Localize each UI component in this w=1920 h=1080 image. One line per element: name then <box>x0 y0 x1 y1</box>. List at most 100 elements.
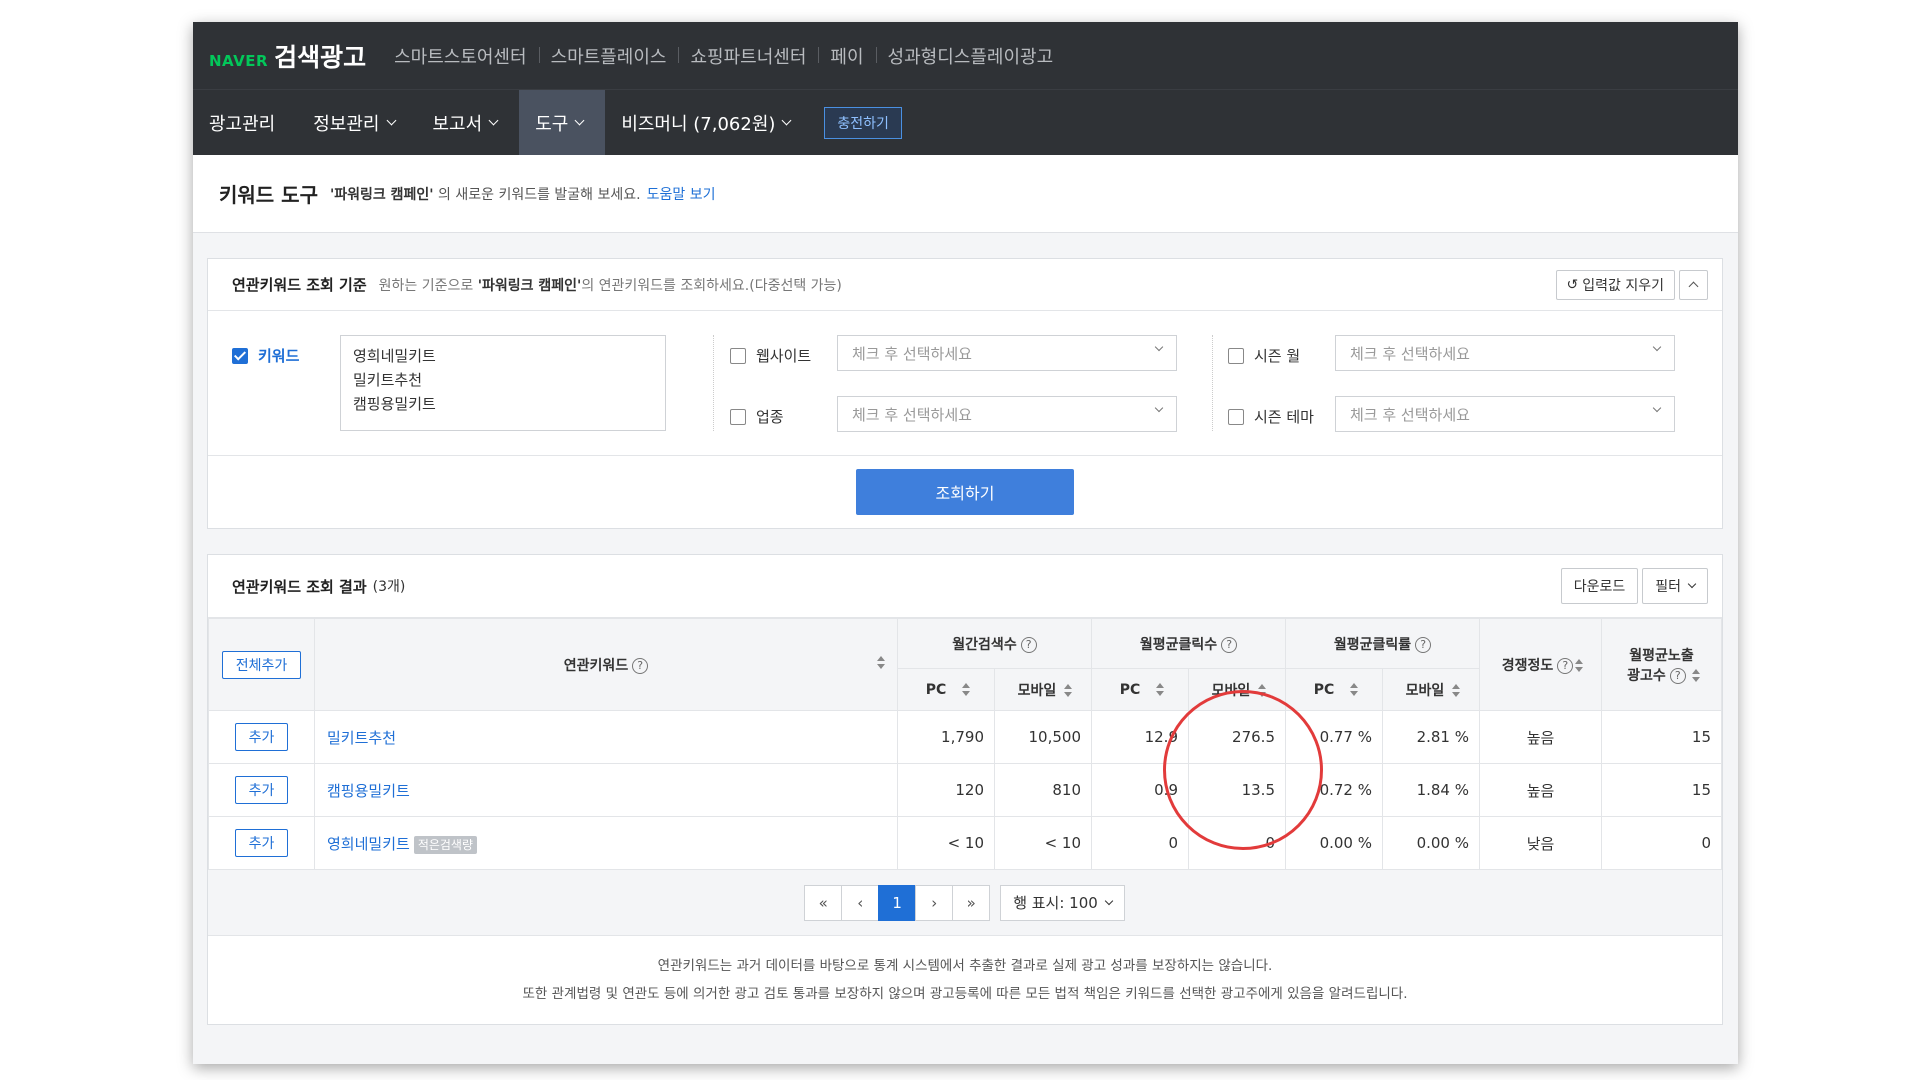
nav-label: 정보관리 <box>313 113 380 135</box>
charge-button[interactable]: 충전하기 <box>824 106 902 139</box>
table-row: 추가 캠핑용밀키트 120 810 0.9 13.5 0.72 % 1.84 %… <box>208 763 1722 817</box>
season-theme-select-placeholder: 체크 후 선택하세요 <box>1350 405 1470 424</box>
filter-button[interactable]: 필터 <box>1642 568 1708 604</box>
help-icon[interactable]: ? <box>632 657 649 674</box>
help-link[interactable]: 도움말 보기 <box>647 184 716 204</box>
keyword-textarea[interactable]: 영희네밀키트 밀키트추천 캠핑용밀키트 <box>340 335 666 431</box>
header-keyword[interactable]: 연관키워드? <box>314 618 898 711</box>
website-option[interactable]: 웹사이트 <box>730 345 811 366</box>
season-month-checkbox[interactable] <box>1228 347 1244 364</box>
add-button[interactable]: 추가 <box>234 829 289 857</box>
criteria-desc-post: 의 연관키워드를 조회하세요.(다중선택 가능) <box>581 277 842 294</box>
header-competition-label: 경쟁정도 <box>1501 657 1554 674</box>
rows-per-page-select[interactable]: 행 표시: 100 <box>1000 884 1125 921</box>
header-mobile-label: 모바일 <box>1211 682 1251 699</box>
ads-cell: 0 <box>1601 816 1722 870</box>
header-competition[interactable]: 경쟁정도? <box>1479 618 1602 711</box>
last-page-button[interactable]: » <box>952 884 991 921</box>
website-select-placeholder: 체크 후 선택하세요 <box>852 344 972 363</box>
header-monthly-search-label: 월간검색수 <box>952 636 1017 653</box>
header-ads-line1: 월평균노출 <box>1629 647 1694 664</box>
keyword-link[interactable]: 밀키트추천 <box>315 729 396 747</box>
header-pc-search[interactable]: PC <box>897 668 995 711</box>
download-button[interactable]: 다운로드 <box>1560 568 1639 604</box>
nav-item-bizmoney[interactable]: 비즈머니 (7,062원) <box>605 90 812 155</box>
website-checkbox[interactable] <box>730 347 746 364</box>
add-button[interactable]: 추가 <box>234 723 289 751</box>
brand-logo[interactable]: NAVER 검색광고 <box>209 38 366 74</box>
site-link-pay[interactable]: 페이 <box>818 43 875 69</box>
season-theme-select[interactable]: 체크 후 선택하세요 <box>1335 396 1675 432</box>
nav-item-info-management[interactable]: 정보관리 <box>297 90 416 155</box>
header-ads[interactable]: 월평균노출광고수? <box>1601 618 1722 711</box>
criteria-desc-pre: 원하는 기준으로 <box>378 277 478 294</box>
first-page-button[interactable]: « <box>804 884 843 921</box>
search-row: 조회하기 <box>208 456 1722 528</box>
keyword-option[interactable]: 키워드 <box>232 345 299 366</box>
help-icon[interactable]: ? <box>1415 636 1432 653</box>
keyword-link[interactable]: 영희네밀키트 <box>315 835 410 853</box>
mobile-ctr-cell: 2.81 % <box>1382 710 1480 764</box>
add-cell: 추가 <box>208 710 315 764</box>
ads-cell: 15 <box>1601 763 1722 817</box>
nav-item-ad-management[interactable]: 광고관리 <box>193 90 297 155</box>
chevron-down-icon <box>1154 403 1164 413</box>
nav-item-tools[interactable]: 도구 <box>519 90 606 155</box>
page-1-button[interactable]: 1 <box>878 884 917 921</box>
pc-clicks-cell: 12.9 <box>1091 710 1189 764</box>
site-link-smartplace[interactable]: 스마트플레이스 <box>538 43 679 69</box>
help-icon[interactable]: ? <box>1221 636 1238 653</box>
results-table: 전체추가 연관키워드? 월간검색수? 월평균클릭수? 월평균클릭률? 경쟁정도?… <box>208 618 1722 870</box>
disclaimer-line: 연관키워드는 과거 데이터를 바탕으로 통계 시스템에서 추출한 결과로 실제 … <box>657 958 1273 974</box>
nav-item-reports[interactable]: 보고서 <box>417 90 520 155</box>
help-icon[interactable]: ? <box>1669 667 1686 684</box>
header-mobile-search[interactable]: 모바일 <box>994 668 1092 711</box>
site-link-display-ads[interactable]: 성과형디스플레이광고 <box>875 43 1066 69</box>
add-button[interactable]: 추가 <box>234 776 289 804</box>
collapse-button[interactable] <box>1679 269 1708 300</box>
site-link-shopping-partner[interactable]: 쇼핑파트너센터 <box>678 43 818 69</box>
header-mobile-clicks[interactable]: 모바일 <box>1188 668 1286 711</box>
season-month-option[interactable]: 시즌 월 <box>1228 345 1300 366</box>
header-ads-line2: 광고수 <box>1627 667 1666 684</box>
chevron-down-icon <box>1154 342 1164 352</box>
help-icon[interactable]: ? <box>1557 657 1574 674</box>
filter-label: 필터 <box>1655 579 1681 595</box>
page-description-text: 의 새로운 키워드를 발굴해 보세요. <box>433 186 641 203</box>
industry-select[interactable]: 체크 후 선택하세요 <box>837 396 1177 432</box>
chevron-down-icon <box>781 115 792 126</box>
keyword-checkbox[interactable] <box>232 347 248 364</box>
header-pc-ctr[interactable]: PC <box>1285 668 1383 711</box>
mobile-search-cell: 10,500 <box>994 710 1092 764</box>
criteria-panel-header: 연관키워드 조회 기준 원하는 기준으로 '파워링크 캠페인'의 연관키워드를 … <box>208 259 1722 311</box>
season-month-select[interactable]: 체크 후 선택하세요 <box>1335 335 1675 371</box>
keyword-entry: 밀키트추천 <box>353 371 423 389</box>
pc-clicks-cell: 0 <box>1091 816 1189 870</box>
keyword-link[interactable]: 캠핑용밀키트 <box>315 782 410 800</box>
season-theme-checkbox[interactable] <box>1228 408 1244 425</box>
industry-option[interactable]: 업종 <box>730 406 784 427</box>
pc-ctr-cell: 0.72 % <box>1285 763 1383 817</box>
help-icon[interactable]: ? <box>1020 636 1037 653</box>
season-theme-label: 시즌 테마 <box>1254 408 1314 426</box>
results-panel: 연관키워드 조회 결과 (3개) 다운로드 필터 전체추가 연관키워드? 월간검… <box>207 554 1723 1025</box>
nav-label: 광고관리 <box>209 113 276 135</box>
header-mobile-label: 모바일 <box>1017 682 1057 699</box>
industry-checkbox[interactable] <box>730 408 746 425</box>
divider <box>713 335 714 431</box>
header-monthly-ctr-label: 월평균클릭률 <box>1333 636 1412 653</box>
competition-cell: 높음 <box>1479 710 1602 764</box>
prev-page-button[interactable]: ‹ <box>841 884 880 921</box>
header-pc-clicks[interactable]: PC <box>1091 668 1189 711</box>
rows-per-page-label: 행 표시: 100 <box>1013 894 1098 912</box>
clear-input-button[interactable]: ↺ 입력값 지우기 <box>1555 269 1675 300</box>
site-link-smartstore[interactable]: 스마트스토어센터 <box>382 43 538 69</box>
table-row: 추가 영희네밀키트 적은검색량 < 10 < 10 0 0 0.00 % 0.00… <box>208 816 1722 870</box>
pc-ctr-cell: 0.77 % <box>1285 710 1383 764</box>
season-theme-option[interactable]: 시즌 테마 <box>1228 406 1314 427</box>
header-mobile-ctr[interactable]: 모바일 <box>1382 668 1480 711</box>
website-select[interactable]: 체크 후 선택하세요 <box>837 335 1177 371</box>
next-page-button[interactable]: › <box>915 884 954 921</box>
add-all-button[interactable]: 전체추가 <box>221 650 302 679</box>
search-button[interactable]: 조회하기 <box>856 469 1074 515</box>
